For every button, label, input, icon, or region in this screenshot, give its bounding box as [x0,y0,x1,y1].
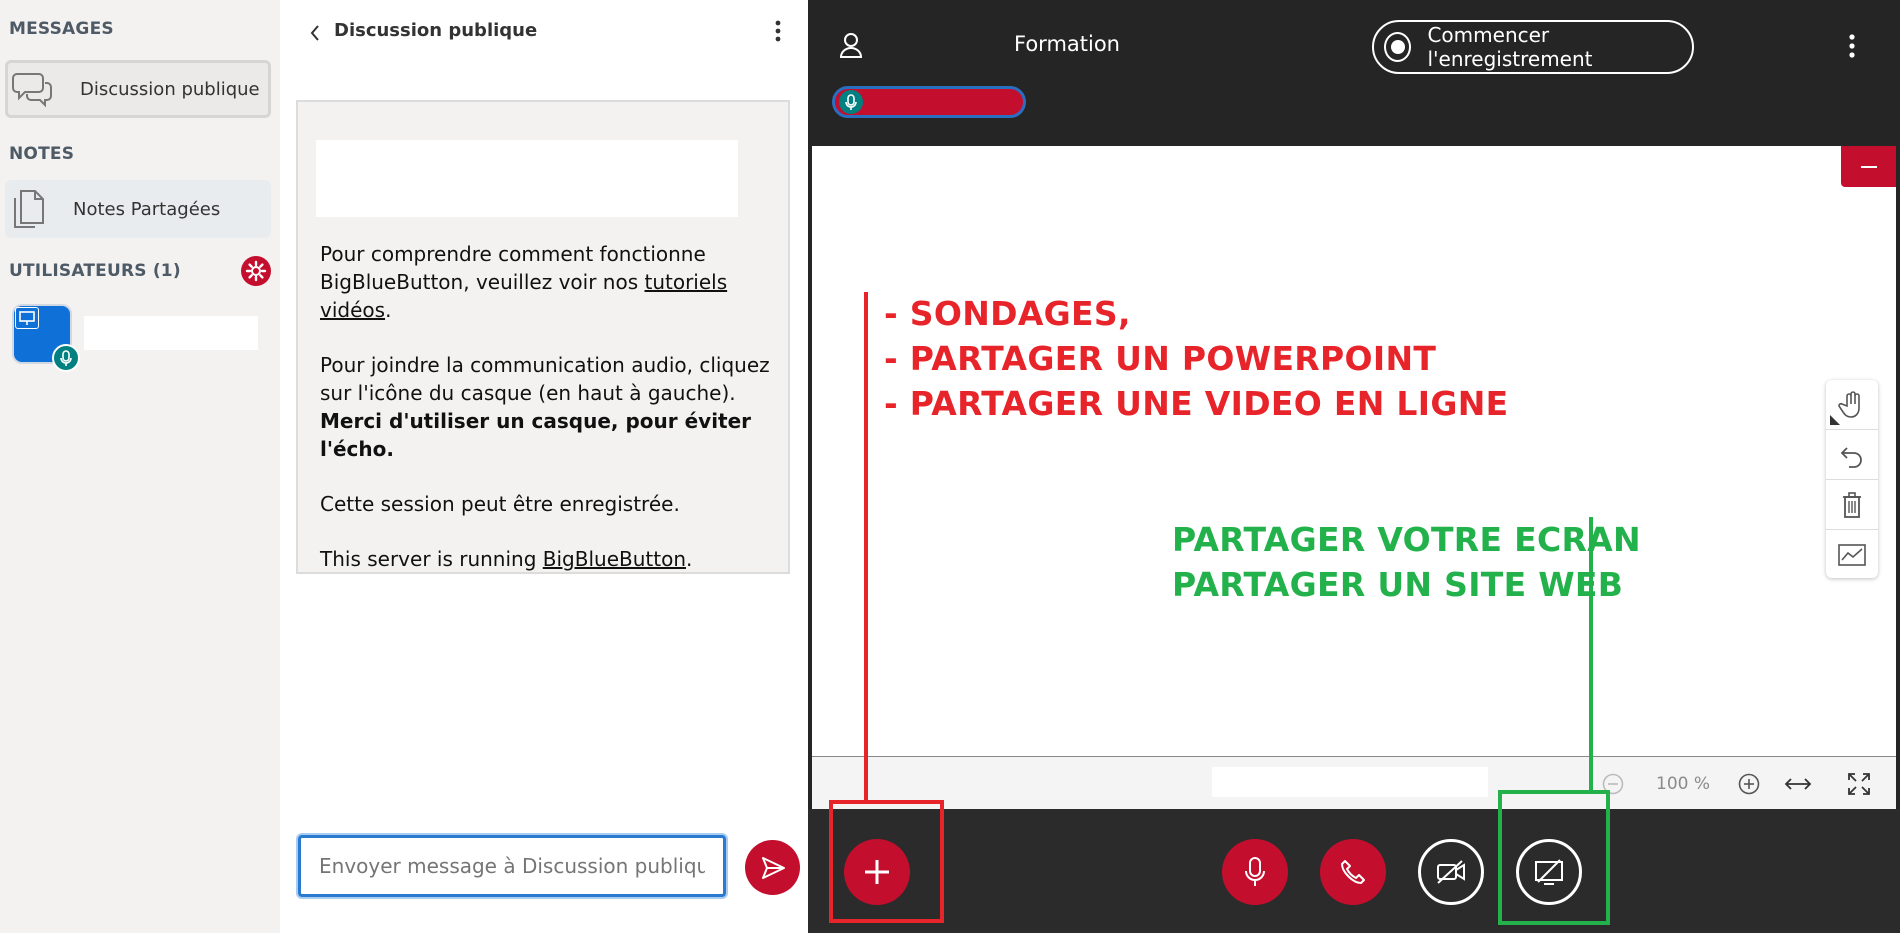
minimize-icon[interactable] [1841,146,1896,187]
chat-message-input[interactable] [298,835,726,897]
slide-selector[interactable] [1212,767,1488,797]
fullscreen-icon[interactable] [1846,771,1872,797]
welcome-text: Pour comprendre comment fonctionne BigBl… [320,240,775,600]
welcome-message: Pour comprendre comment fonctionne BigBl… [296,100,790,574]
user-list-panel: MESSAGES Discussion publique NOTES Notes… [0,0,280,933]
gear-icon[interactable] [241,256,271,286]
welcome-paragraph-3: Cette session peut être enregistrée. [320,492,680,516]
annotation-line: PARTAGER UN SITE WEB [1172,565,1624,604]
chat-title[interactable]: Discussion publique [334,20,537,41]
fit-width-icon[interactable] [1782,772,1814,796]
send-icon [761,856,785,879]
send-button[interactable] [745,840,800,895]
whiteboard-toolbar [1826,380,1878,578]
annotation-line: PARTAGER VOTRE ECRAN [1172,520,1641,559]
chevron-left-icon[interactable] [304,20,326,46]
red-annotation-line [864,292,868,803]
green-annotation-box [1498,790,1610,925]
shared-notes-label: Notes Partagées [73,198,221,220]
undo-icon [1840,446,1862,468]
clear-tool[interactable] [1826,480,1878,530]
welcome-paragraph-2: Pour joindre la communication audio, cli… [320,353,770,461]
annotation-line: - PARTAGER UN POWERPOINT [884,339,1437,378]
presenter-icon [15,307,39,329]
record-label: Commencer l'enregistrement [1427,23,1593,71]
users-section-title: UTILISATEURS (1) [9,261,181,281]
red-annotation-box [829,800,944,923]
phone-icon [1341,860,1365,884]
red-annotation: - SONDAGES, - PARTAGER UN POWERPOINT - P… [884,294,1508,429]
green-annotation-line [1589,517,1593,792]
zoom-level: 100 % [1656,774,1711,794]
public-chat-label: Discussion publique [80,78,260,100]
toolbar-corner-marker [1830,415,1840,425]
bigbluebutton-link[interactable]: BigBlueButton [543,547,686,571]
leave-audio-button[interactable] [1320,839,1386,905]
messages-section-title: MESSAGES [9,19,114,39]
undo-tool[interactable] [1826,430,1878,480]
shared-notes-item[interactable]: Notes Partagées [5,180,271,238]
chat-bubbles-icon [8,69,56,109]
user-name-field [84,316,258,350]
mute-button[interactable] [1222,839,1288,905]
meeting-title: Formation [1014,32,1120,56]
green-annotation: PARTAGER VOTRE ECRAN PARTAGER UN SITE WE… [1172,520,1641,610]
notes-icon [5,188,53,230]
public-chat-item[interactable]: Discussion publique [5,60,271,118]
zoom-in-icon[interactable] [1738,773,1760,795]
camera-button[interactable] [1418,839,1484,905]
user-icon[interactable] [836,30,866,60]
presentation-slide[interactable]: - SONDAGES, - PARTAGER UN POWERPOINT - P… [812,146,1896,756]
notes-section-title: NOTES [9,144,75,164]
multi-user-icon [1838,543,1866,566]
record-icon [1384,32,1412,62]
chat-panel: Discussion publique Pour comprendre comm… [280,0,808,933]
mic-icon [839,90,863,114]
camera-off-icon [1437,860,1465,884]
kebab-icon[interactable] [770,16,786,46]
avatar[interactable] [14,306,80,372]
mic-icon [1245,857,1265,886]
annotation-line: - PARTAGER UNE VIDEO EN LIGNE [884,384,1509,423]
main-area: Formation Commencer l'enregistrement - S… [808,0,1900,933]
talking-indicator[interactable] [832,86,1026,118]
welcome-paragraph-4: This server is running BigBlueButton. [320,547,693,571]
mic-icon [52,344,80,372]
welcome-paragraph-1: Pour comprendre comment fonctionne BigBl… [320,242,728,322]
record-button[interactable]: Commencer l'enregistrement [1372,20,1694,74]
multi-user-tool[interactable] [1826,530,1878,579]
trash-icon [1843,491,1861,518]
welcome-header-box [316,140,738,217]
presentation-controls: 100 % [812,756,1896,810]
hand-icon [1838,390,1860,418]
annotation-line: - SONDAGES, [884,294,1131,333]
kebab-icon[interactable] [1844,28,1860,64]
action-bar [808,809,1900,933]
